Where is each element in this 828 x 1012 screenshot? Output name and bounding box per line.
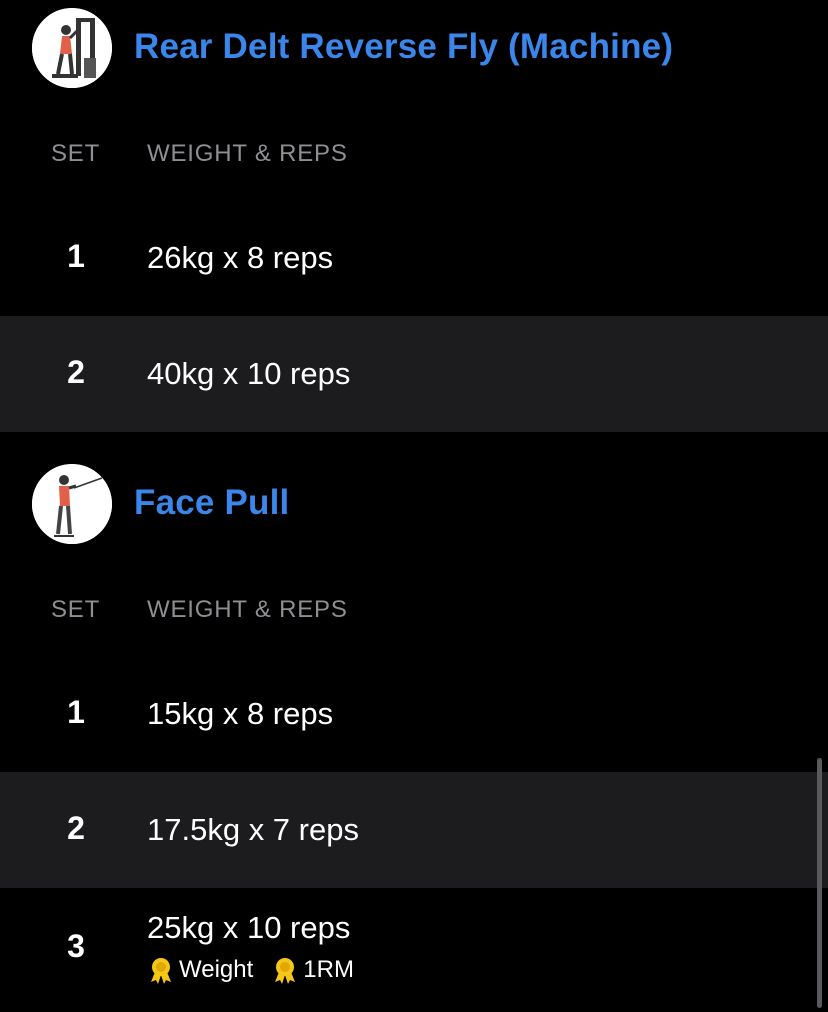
set-row[interactable]: 2 40kg x 10 reps [0, 316, 828, 432]
set-number: 1 [67, 238, 85, 274]
set-column-header: SET [51, 140, 101, 167]
set-row[interactable]: 1 26kg x 8 reps [0, 200, 828, 316]
weight-reps-column-header: WEIGHT & REPS [147, 596, 348, 623]
record-badge: Weight [147, 956, 253, 984]
set-number: 3 [67, 928, 85, 964]
cable-exercise-icon [32, 464, 112, 544]
exercise-header[interactable]: Rear Delt Reverse Fly (Machine) [0, 0, 828, 96]
set-weight-reps: 15kg x 8 reps [147, 696, 334, 731]
scrollbar[interactable] [817, 758, 822, 1008]
set-weight-reps: 17.5kg x 7 reps [147, 812, 359, 847]
weight-reps-column-header: WEIGHT & REPS [147, 140, 348, 167]
exercise-title[interactable]: Rear Delt Reverse Fly (Machine) [134, 27, 673, 67]
exercise-thumbnail [32, 8, 112, 88]
set-number: 2 [67, 810, 85, 846]
set-weight-reps: 26kg x 8 reps [147, 240, 334, 275]
set-row[interactable]: 2 17.5kg x 7 reps [0, 772, 828, 888]
set-number: 1 [67, 694, 85, 730]
set-row[interactable]: 3 25kg x 10 reps Weight 1RM [0, 888, 828, 1004]
set-weight-reps: 40kg x 10 reps [147, 356, 351, 391]
medal-icon [275, 958, 296, 984]
set-column-header: SET [51, 596, 101, 623]
set-weight-reps: 25kg x 10 reps [147, 910, 351, 945]
record-badges: Weight 1RM [147, 956, 372, 984]
column-header-row: SET WEIGHT & REPS [0, 132, 828, 172]
badge-label: Weight [179, 956, 254, 983]
exercise-header[interactable]: Face Pull [0, 456, 828, 552]
badge-label: 1RM [303, 956, 354, 983]
column-header-row: SET WEIGHT & REPS [0, 588, 828, 628]
record-badge: 1RM [271, 956, 354, 984]
exercise-thumbnail [32, 464, 112, 544]
machine-exercise-icon [32, 8, 112, 88]
medal-icon [151, 958, 171, 984]
set-row[interactable]: 1 15kg x 8 reps [0, 656, 828, 772]
exercise-title[interactable]: Face Pull [134, 483, 289, 523]
set-number: 2 [67, 354, 85, 390]
